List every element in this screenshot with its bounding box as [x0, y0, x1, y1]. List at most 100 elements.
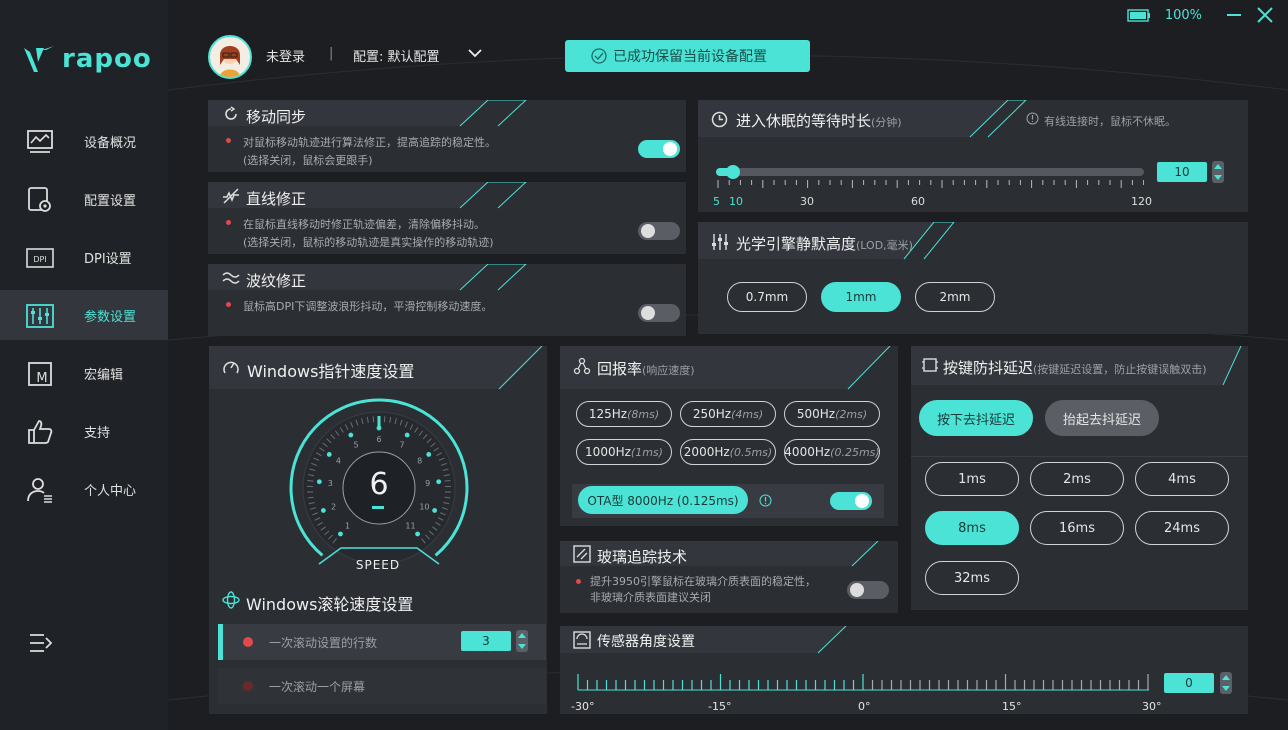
- scroll-lines-row[interactable]: 一次滚动设置的行数 3: [218, 624, 546, 660]
- bullet-dot: [576, 579, 581, 584]
- ripple-toggle[interactable]: [638, 304, 680, 322]
- gauge-dot: [404, 432, 410, 438]
- minimize-icon[interactable]: [1226, 7, 1242, 23]
- tab-release-debounce[interactable]: 抬起去抖延迟: [1045, 400, 1159, 436]
- lod-option[interactable]: 1mm: [821, 282, 901, 312]
- motion-sync-panel: 移动同步 对鼠标移动轨迹进行算法修正，提高追踪的稳定性。 (选择关闭，鼠标会更跟…: [208, 100, 686, 172]
- motion-sync-toggle[interactable]: [638, 140, 680, 158]
- scroll-lines-stepper[interactable]: [516, 630, 528, 652]
- gauge-scale-label: 8: [417, 457, 422, 466]
- speed-value: 6: [369, 467, 389, 502]
- glass-title: 玻璃追踪技术: [597, 548, 688, 566]
- lod-option[interactable]: 0.7mm: [727, 282, 807, 312]
- sidebar-item-overview[interactable]: 设备概况: [0, 116, 168, 166]
- lod-title: 光学引擎静默高度(LOD,毫米): [736, 233, 913, 254]
- wave-icon: [222, 272, 240, 284]
- sidebar-item-label: 支持: [84, 426, 111, 441]
- lod-title-text: 光学引擎静默高度: [736, 235, 857, 253]
- debounce-title-text: 按键防抖延迟: [943, 359, 1034, 377]
- battery-icon: [1127, 8, 1150, 22]
- polling-unit: (响应速度): [642, 364, 695, 377]
- debounce-option[interactable]: 4ms: [1135, 462, 1229, 496]
- dpi-icon: DPI: [26, 248, 54, 268]
- angle-tick-label: -30°: [571, 700, 595, 713]
- sidebar-item-config[interactable]: 配置设置: [0, 174, 168, 224]
- ota-row: OTA型 8000Hz (0.125ms): [572, 484, 884, 518]
- sensor-angle-input[interactable]: 0: [1164, 673, 1214, 693]
- debounce-option[interactable]: 2ms: [1030, 462, 1124, 496]
- polling-title-text: 回报率: [597, 360, 643, 378]
- sidebar-item-label: 宏编辑: [84, 368, 124, 383]
- angle-ruler[interactable]: [577, 672, 1152, 696]
- main-area: 100% 未登录 | 配置: 默认配置 已成功保留当前设备配置 移动同步 对鼠标…: [168, 0, 1288, 730]
- sidebar-item-macro[interactable]: M 宏编辑: [0, 348, 168, 398]
- sleep-note: 有线连接时，鼠标不休眠。: [1044, 115, 1176, 128]
- radio-unselected[interactable]: [243, 681, 253, 691]
- angle-snap-toggle[interactable]: [638, 222, 680, 240]
- sleep-tick-label: 10: [729, 195, 743, 208]
- debounce-option[interactable]: 8ms: [925, 511, 1019, 545]
- scroll-wheel-icon: [222, 591, 240, 609]
- polling-ms: (0.5ms): [729, 445, 773, 459]
- sleep-slider-thumb[interactable]: [726, 165, 740, 179]
- close-icon[interactable]: [1256, 6, 1274, 24]
- ripple-desc: 鼠标高DPI下调整波浪形抖动，平滑控制移动速度。: [243, 300, 493, 313]
- config-selector-label[interactable]: 配置: 默认配置: [353, 46, 440, 65]
- info-icon[interactable]: [759, 494, 772, 507]
- debounce-option[interactable]: 16ms: [1030, 511, 1124, 545]
- chevron-down-icon[interactable]: [468, 48, 482, 58]
- ota-toggle[interactable]: [830, 492, 872, 510]
- sidebar-item-label: 个人中心: [84, 484, 137, 499]
- sidebar-item-profile[interactable]: 个人中心: [0, 464, 168, 514]
- scroll-title: Windows滚轮速度设置: [246, 595, 414, 614]
- sidebar-item-dpi[interactable]: DPI DPI设置: [0, 232, 168, 282]
- gauge-dot: [348, 432, 354, 438]
- gauge-dot: [436, 479, 442, 485]
- lod-unit: (LOD,毫米): [856, 239, 913, 252]
- polling-option[interactable]: 125Hz (8ms): [576, 401, 672, 427]
- radio-selected[interactable]: [243, 637, 253, 647]
- window-controls: 100%: [1127, 6, 1274, 24]
- sidebar-item-label: 参数设置: [84, 310, 137, 325]
- polling-ms: (0.25ms): [830, 445, 880, 459]
- toast-text: 已成功保留当前设备配置: [613, 49, 767, 65]
- polling-option[interactable]: 4000Hz (0.25ms): [784, 439, 880, 465]
- scroll-screen-row[interactable]: 一次滚动一个屏幕: [218, 668, 546, 704]
- angle-snap-desc: 在鼠标直线移动时修正轨迹偏差，清除偏移抖动。: [243, 218, 485, 231]
- gauge-dot: [338, 531, 343, 537]
- scroll-lines-input[interactable]: 3: [461, 631, 511, 651]
- sleep-stepper[interactable]: [1212, 161, 1224, 183]
- glass-toggle[interactable]: [847, 581, 889, 599]
- bullet-dot: [226, 302, 231, 307]
- ripple-panel: 波纹修正 鼠标高DPI下调整波浪形抖动，平滑控制移动速度。: [208, 264, 686, 336]
- sidebar: rapoo 设备概况 配置设置 DPI DPI设置 参数设置 M 宏编辑 支持 …: [0, 0, 168, 730]
- avatar-face-icon: [220, 46, 240, 77]
- sleep-value-input[interactable]: 10: [1157, 162, 1207, 182]
- gauge-scale-label: 1: [345, 522, 350, 531]
- debounce-option[interactable]: 24ms: [1135, 511, 1229, 545]
- glass-panel: 玻璃追踪技术 提升3950引擎鼠标在玻璃介质表面的稳定性， 非玻璃介质表面建议关…: [560, 541, 898, 613]
- collapse-menu-icon[interactable]: [28, 632, 54, 654]
- debounce-unit: (按键延迟设置，防止按键误触双击): [1033, 363, 1207, 376]
- row-active-bar: [218, 624, 223, 660]
- polling-option[interactable]: 500Hz (2ms): [784, 401, 880, 427]
- sidebar-item-params[interactable]: 参数设置: [0, 290, 168, 340]
- login-status[interactable]: 未登录: [266, 46, 305, 65]
- check-circle-icon: [591, 48, 607, 64]
- polling-option[interactable]: 250Hz (4ms): [680, 401, 776, 427]
- sidebar-item-support[interactable]: 支持: [0, 406, 168, 456]
- polling-option[interactable]: 2000Hz (0.5ms): [680, 439, 776, 465]
- pointer-speed-panel: Windows指针速度设置 1 2 3 4 5 6 7 8 9 10 11 6 SPEED Wind…: [209, 346, 547, 714]
- sleep-slider-track[interactable]: [716, 168, 1144, 176]
- avatar[interactable]: [208, 35, 252, 79]
- tab-press-debounce[interactable]: 按下去抖延迟: [919, 400, 1033, 436]
- lod-option[interactable]: 2mm: [915, 282, 995, 312]
- debounce-option[interactable]: 1ms: [925, 462, 1019, 496]
- polling-option[interactable]: 1000Hz (1ms): [576, 439, 672, 465]
- sensor-angle-stepper[interactable]: [1220, 672, 1232, 694]
- ota-option[interactable]: OTA型 8000Hz (0.125ms): [578, 486, 748, 514]
- speedometer-icon: [223, 361, 239, 374]
- sleep-tick-label: 120: [1131, 195, 1152, 208]
- sensor-icon: [573, 631, 591, 649]
- debounce-option[interactable]: 32ms: [925, 561, 1019, 595]
